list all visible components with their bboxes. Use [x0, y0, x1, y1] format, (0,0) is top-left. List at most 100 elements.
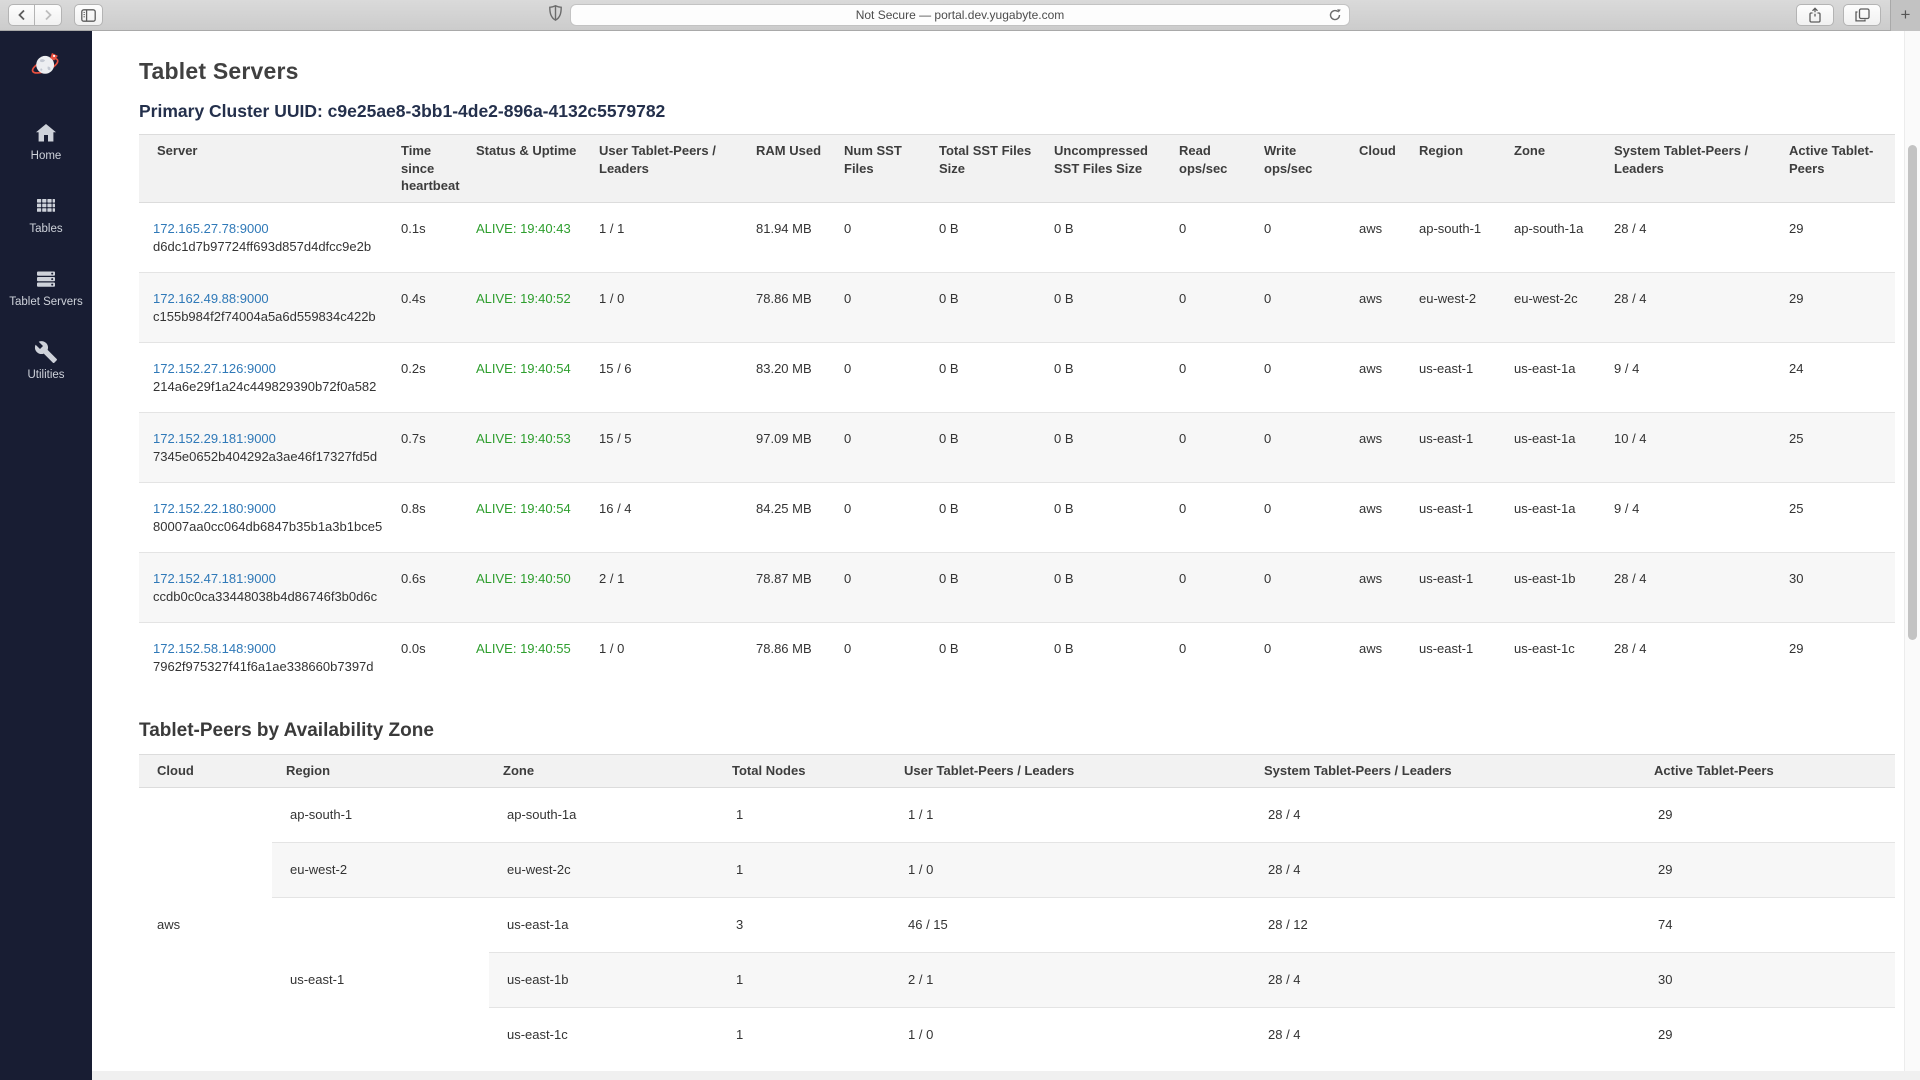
table-cell: 74: [1640, 897, 1895, 952]
table-cell: 84.25 MB: [742, 482, 830, 552]
column-header: RAM Used: [742, 135, 830, 203]
column-header: System Tablet-Peers / Leaders: [1600, 135, 1775, 203]
table-cell: 28 / 4: [1600, 272, 1775, 342]
table-cell: eu-west-2c: [1500, 272, 1600, 342]
vertical-scrollbar[interactable]: [1904, 31, 1920, 1080]
server-row: 172.152.22.180:9000 80007aa0cc064db6847b3…: [139, 482, 1895, 552]
address-bar[interactable]: Not Secure — portal.dev.yugabyte.com: [570, 4, 1350, 26]
table-cell: 0: [1250, 412, 1345, 482]
back-button[interactable]: [8, 4, 35, 26]
yugabyte-logo[interactable]: [29, 47, 63, 81]
horizontal-scrollbar[interactable]: [92, 1071, 1920, 1080]
table-cell: 29: [1775, 622, 1895, 692]
table-cell: 0: [830, 482, 925, 552]
table-cell: 0: [1250, 342, 1345, 412]
sidebar-item-tables[interactable]: Tables: [0, 194, 92, 235]
table-cell: 30: [1775, 552, 1895, 622]
tabs-overview-icon: [1855, 8, 1870, 22]
table-cell: 10 / 4: [1600, 412, 1775, 482]
table-cell: 25: [1775, 482, 1895, 552]
table-cell: 0 B: [1040, 202, 1165, 272]
table-cell: 9 / 4: [1600, 482, 1775, 552]
table-cell: 1: [718, 842, 890, 897]
table-cell: us-east-1: [1405, 342, 1500, 412]
content-blocker-shield-icon[interactable]: [549, 5, 562, 26]
az-row: us-east-1us-east-1a346 / 1528 / 1274: [139, 897, 1895, 952]
tables-icon: [34, 194, 58, 218]
column-header: System Tablet-Peers / Leaders: [1250, 755, 1640, 788]
table-cell: us-east-1a: [1500, 482, 1600, 552]
share-button[interactable]: [1796, 4, 1834, 26]
column-header: User Tablet-Peers / Leaders: [585, 135, 742, 203]
table-cell: 28 / 4: [1600, 202, 1775, 272]
table-cell: 1: [718, 1007, 890, 1062]
column-header: Read ops/sec: [1165, 135, 1250, 203]
status-badge: ALIVE: 19:40:50: [462, 552, 585, 622]
server-address-link[interactable]: 172.152.27.126:9000: [153, 361, 276, 376]
table-cell: 0: [830, 412, 925, 482]
table-cell: 78.86 MB: [742, 272, 830, 342]
table-cell: 0 B: [925, 412, 1040, 482]
table-cell: us-east-1a: [1500, 412, 1600, 482]
column-header: User Tablet-Peers / Leaders: [890, 755, 1250, 788]
server-address-link[interactable]: 172.152.22.180:9000: [153, 501, 276, 516]
forward-button[interactable]: [35, 4, 62, 26]
table-cell: us-east-1a: [489, 897, 718, 952]
table-cell: aws: [1345, 272, 1405, 342]
table-cell: 0.6s: [387, 552, 462, 622]
table-cell: 1 / 0: [890, 842, 1250, 897]
table-cell: eu-west-2: [1405, 272, 1500, 342]
status-badge: ALIVE: 19:40:54: [462, 342, 585, 412]
server-address-link[interactable]: 172.165.27.78:9000: [153, 221, 269, 236]
reload-icon[interactable]: [1328, 8, 1342, 25]
server-address-link[interactable]: 172.152.58.148:9000: [153, 641, 276, 656]
utilities-wrench-icon: [34, 340, 58, 364]
server-uuid: 214a6e29f1a24c449829390b72f0a582: [153, 378, 379, 397]
table-cell: ap-south-1a: [1500, 202, 1600, 272]
table-cell: 28 / 4: [1250, 787, 1640, 842]
address-bar-text: Not Secure — portal.dev.yugabyte.com: [856, 8, 1065, 22]
server-uuid: 7962f975327f41f6a1ae338660b7397d: [153, 658, 379, 677]
server-cell: 172.162.49.88:9000 c155b984f2f74004a5a6d5…: [139, 272, 387, 342]
table-cell: 0 B: [925, 552, 1040, 622]
main-content: Tablet Servers Primary Cluster UUID: c9e…: [92, 31, 1904, 1072]
region-cell: ap-south-1: [272, 787, 489, 842]
column-header: Cloud: [1345, 135, 1405, 203]
server-uuid: 7345e0652b404292a3ae46f17327fd5d: [153, 448, 379, 467]
server-uuid: 80007aa0cc064db6847b35b1a3b1bce5: [153, 518, 379, 537]
table-cell: 2 / 1: [890, 952, 1250, 1007]
sidebar-item-home[interactable]: Home: [0, 121, 92, 162]
new-tab-button[interactable]: +: [1890, 0, 1920, 31]
show-tabs-button[interactable]: [1843, 4, 1881, 26]
table-cell: 28 / 4: [1600, 622, 1775, 692]
home-icon: [34, 121, 58, 145]
server-address-link[interactable]: 172.152.47.181:9000: [153, 571, 276, 586]
server-address-link[interactable]: 172.162.49.88:9000: [153, 291, 269, 306]
table-cell: 1 / 1: [585, 202, 742, 272]
table-cell: us-east-1b: [1500, 552, 1600, 622]
table-cell: 0 B: [925, 202, 1040, 272]
sidebar-toggle-button[interactable]: [74, 4, 103, 26]
table-cell: 0.8s: [387, 482, 462, 552]
sidebar-item-tablet-servers[interactable]: Tablet Servers: [0, 267, 92, 308]
vertical-scrollbar-thumb[interactable]: [1908, 145, 1917, 640]
tablet-peers-by-az-table: CloudRegionZoneTotal NodesUser Tablet-Pe…: [139, 754, 1895, 1062]
table-cell: 0: [1250, 552, 1345, 622]
table-cell: us-east-1: [1405, 412, 1500, 482]
table-cell: 1 / 1: [890, 787, 1250, 842]
table-cell: 0: [1165, 202, 1250, 272]
table-cell: 78.86 MB: [742, 622, 830, 692]
column-header: Uncompressed SST Files Size: [1040, 135, 1165, 203]
server-cell: 172.152.29.181:9000 7345e0652b404292a3ae4…: [139, 412, 387, 482]
column-header: Total Nodes: [718, 755, 890, 788]
table-cell: 0: [1165, 412, 1250, 482]
table-cell: 0 B: [1040, 622, 1165, 692]
table-cell: 29: [1775, 272, 1895, 342]
sidebar-item-label: Home: [31, 150, 62, 162]
sidebar-item-utilities[interactable]: Utilities: [0, 340, 92, 381]
table-cell: 0: [1250, 482, 1345, 552]
server-row: 172.152.47.181:9000ccdb0c0ca33448038b4d8…: [139, 552, 1895, 622]
sidebar-toggle-icon: [81, 9, 96, 22]
server-address-link[interactable]: 172.152.29.181:9000: [153, 431, 276, 446]
server-uuid: c155b984f2f74004a5a6d559834c422b: [153, 308, 379, 327]
